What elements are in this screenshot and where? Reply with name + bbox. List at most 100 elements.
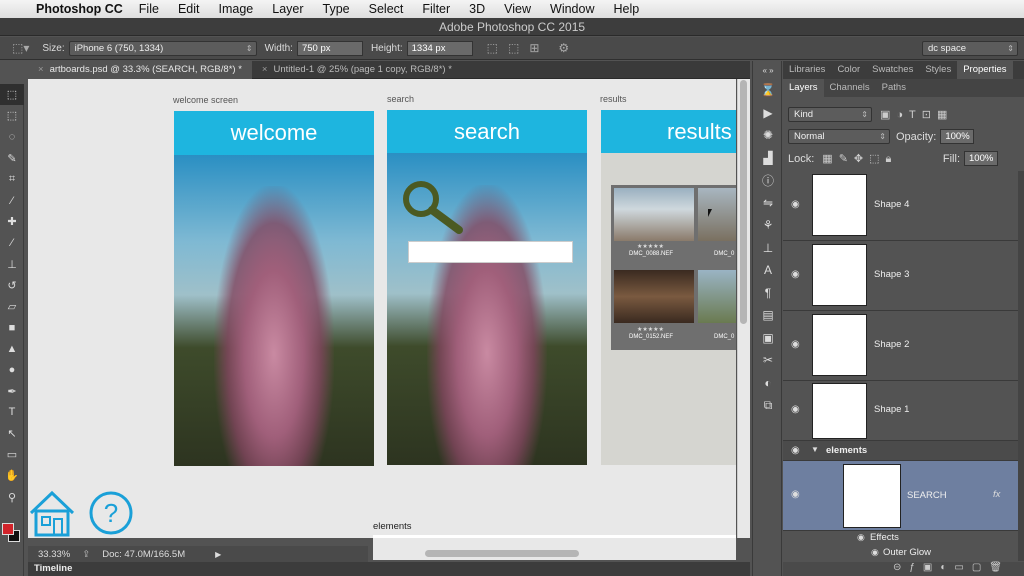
thumbnail[interactable]: [614, 270, 694, 323]
artboard-welcome[interactable]: welcome: [174, 111, 374, 466]
dodge-tool-icon[interactable]: ●: [0, 359, 24, 380]
horizontal-scroll-thumb[interactable]: [425, 550, 579, 557]
history-brush-icon[interactable]: ↺: [0, 275, 24, 296]
artboard-tool-icon[interactable]: ⬚▾: [12, 41, 29, 55]
app-menu[interactable]: Photoshop CC: [36, 2, 123, 16]
chevron-down-icon[interactable]: ▼: [811, 445, 819, 454]
eye-icon[interactable]: ◉: [791, 404, 800, 415]
actions-icon[interactable]: ▶: [753, 102, 783, 125]
artboard-results[interactable]: results ★★★★★ DMC_0088.NEF DMC_0 ★★★★★ D…: [601, 110, 736, 465]
brush-presets-icon[interactable]: ⇋: [753, 192, 783, 215]
path-select-icon[interactable]: ↖: [0, 423, 24, 444]
eyedropper-icon[interactable]: ⁄: [0, 190, 24, 211]
workspace-dropdown[interactable]: dc space: [922, 40, 1018, 56]
tab-artboards[interactable]: × artboards.psd @ 33.3% (SEARCH, RGB/8*) …: [28, 61, 252, 79]
group-row[interactable]: ◉ ▼ elements: [783, 441, 1024, 461]
layer-comps-icon[interactable]: ▤: [753, 304, 783, 327]
tab-layers[interactable]: Layers: [783, 79, 824, 97]
quick-select-icon[interactable]: ✎: [0, 148, 24, 169]
adjustments-icon[interactable]: ✺: [753, 124, 783, 147]
info-icon[interactable]: ⓘ: [753, 169, 783, 192]
tool-presets-icon[interactable]: ⊥: [753, 237, 783, 260]
play-icon[interactable]: ▶: [215, 550, 221, 559]
outer-glow-row[interactable]: ◉ Outer Glow: [783, 546, 1024, 561]
eye-icon[interactable]: ◉: [791, 269, 800, 280]
blur-tool-icon[interactable]: ▲: [0, 338, 24, 359]
tab-libraries[interactable]: Libraries: [783, 61, 831, 79]
eye-icon[interactable]: ◉: [791, 445, 800, 456]
notes-icon[interactable]: ▣: [753, 327, 783, 350]
character-icon[interactable]: A: [753, 259, 783, 282]
healing-brush-icon[interactable]: ✚: [0, 211, 24, 232]
layers-scrollbar[interactable]: [1018, 171, 1024, 561]
layers-footer-icons[interactable]: ⊝ƒ▣◐▭▢🗑︎: [783, 562, 1024, 576]
tools-icon[interactable]: ✂: [753, 349, 783, 372]
menu-filter[interactable]: Filter: [422, 2, 450, 16]
menu-file[interactable]: File: [139, 2, 159, 16]
menu-layer[interactable]: Layer: [272, 2, 303, 16]
eye-icon[interactable]: ◉: [791, 489, 800, 500]
artboard-label[interactable]: welcome screen: [173, 95, 238, 105]
tab-styles[interactable]: Styles: [919, 61, 957, 79]
marquee-tool-icon[interactable]: ⬚: [0, 105, 24, 126]
thumbnail[interactable]: [614, 188, 694, 241]
kind-filter-dropdown[interactable]: Kind: [788, 107, 872, 122]
menu-image[interactable]: Image: [219, 2, 254, 16]
eye-icon[interactable]: ◉: [791, 339, 800, 350]
layer-row-selected[interactable]: ◉ SEARCH fx: [783, 461, 1024, 531]
layer-row[interactable]: ◉ Shape 1: [783, 381, 1024, 441]
paths-icon[interactable]: ⧉: [753, 394, 783, 417]
artboard-label[interactable]: results: [600, 94, 627, 104]
thumbnail[interactable]: [698, 270, 736, 323]
eye-icon[interactable]: ◉: [871, 547, 879, 558]
tab-properties[interactable]: Properties: [957, 61, 1013, 79]
vertical-scroll-thumb[interactable]: [740, 80, 747, 324]
paragraph-icon[interactable]: ¶: [753, 282, 783, 305]
opacity-input[interactable]: 100%: [940, 129, 975, 144]
foreground-color-swatch[interactable]: [2, 523, 14, 535]
add-artboard-icon[interactable]: ⊞: [529, 41, 539, 55]
canvas[interactable]: welcome screen welcome search search res…: [28, 79, 736, 538]
brush-tool-icon[interactable]: ⁄: [0, 232, 24, 253]
eye-icon[interactable]: ◉: [791, 199, 800, 210]
artboard-tool-icon[interactable]: ⬚: [0, 84, 24, 106]
type-tool-icon[interactable]: T: [0, 402, 24, 423]
artboard-label[interactable]: search: [387, 94, 414, 104]
tab-color[interactable]: Color: [831, 61, 866, 79]
layer-row[interactable]: ◉ Shape 2: [783, 311, 1024, 381]
layer-row[interactable]: ◉ Shape 3: [783, 241, 1024, 311]
menu-help[interactable]: Help: [614, 2, 640, 16]
lasso-tool-icon[interactable]: ◌: [0, 126, 24, 147]
effects-row[interactable]: ◉ Effects: [783, 531, 1024, 546]
menu-type[interactable]: Type: [323, 2, 350, 16]
hand-tool-icon[interactable]: ✋: [0, 465, 24, 486]
shape-tool-icon[interactable]: ▭: [0, 444, 24, 465]
histogram-icon[interactable]: ▟: [753, 147, 783, 170]
close-icon[interactable]: ×: [38, 64, 44, 75]
gear-icon[interactable]: ⚙: [558, 41, 569, 55]
close-icon[interactable]: ×: [262, 64, 268, 75]
eraser-icon[interactable]: ▱: [0, 296, 24, 317]
elements-label[interactable]: elements: [373, 521, 412, 532]
filter-icons[interactable]: ▣◑T⊡▦: [880, 108, 953, 121]
layer-row[interactable]: ◉ Shape 4: [783, 171, 1024, 241]
zoom-tool-icon[interactable]: ⚲: [0, 487, 24, 508]
pen-tool-icon[interactable]: ✒: [0, 381, 24, 402]
gradient-tool-icon[interactable]: ■: [0, 317, 24, 338]
timeline-panel-tab[interactable]: Timeline: [28, 562, 750, 576]
size-dropdown[interactable]: iPhone 6 (750, 1334): [68, 40, 257, 56]
eye-icon[interactable]: ◉: [857, 532, 865, 543]
menu-select[interactable]: Select: [369, 2, 404, 16]
height-input[interactable]: 1334 px: [406, 40, 473, 56]
artboard-search[interactable]: search: [387, 110, 587, 465]
menu-view[interactable]: View: [504, 2, 531, 16]
crop-tool-icon[interactable]: ⌗: [0, 169, 24, 190]
lock-icons[interactable]: ▦✎✥⬚🔒︎: [822, 152, 897, 166]
search-field[interactable]: [408, 241, 573, 263]
tab-paths[interactable]: Paths: [876, 79, 912, 97]
tab-untitled[interactable]: × Untitled-1 @ 25% (page 1 copy, RGB/8*) …: [252, 61, 462, 79]
menu-edit[interactable]: Edit: [178, 2, 200, 16]
collapse-icon[interactable]: « »: [753, 61, 783, 79]
history-icon[interactable]: ⌛: [753, 79, 783, 102]
tab-swatches[interactable]: Swatches: [866, 61, 919, 79]
